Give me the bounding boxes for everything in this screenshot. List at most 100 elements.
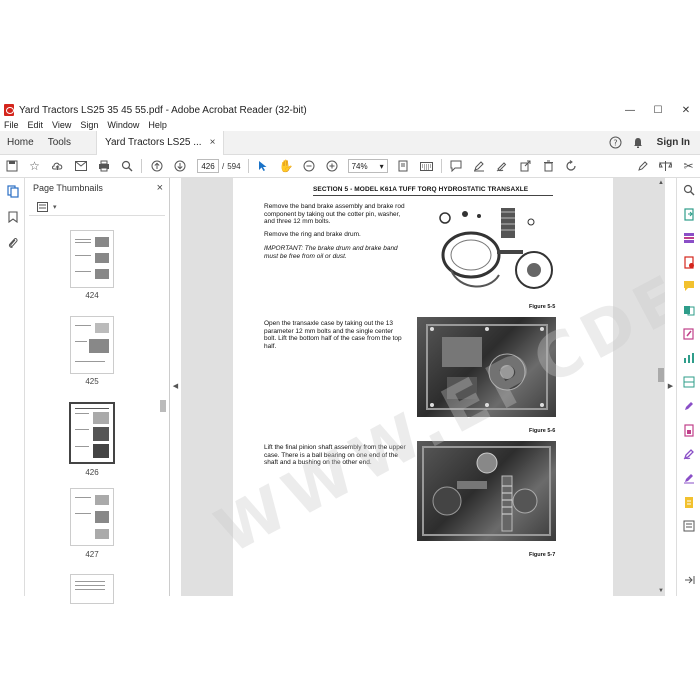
next-page-icon[interactable] xyxy=(168,155,191,178)
figure-5-5-image xyxy=(419,200,559,300)
document-scrollbar[interactable]: ▲ ▼ xyxy=(657,178,665,596)
cloud-upload-icon[interactable] xyxy=(46,155,69,178)
bookmarks-icon[interactable] xyxy=(0,204,25,230)
thumbnail-page-number: 425 xyxy=(85,377,99,386)
share-link-icon[interactable] xyxy=(514,155,537,178)
notification-bell-icon[interactable] xyxy=(627,132,649,154)
current-page-input[interactable]: 426 xyxy=(197,159,219,173)
combine-files-icon[interactable] xyxy=(677,298,700,322)
tab-document[interactable]: Yard Tractors LS25 ... × xyxy=(96,130,225,155)
send-signature-icon[interactable] xyxy=(677,442,700,466)
comment-tool-icon[interactable] xyxy=(677,274,700,298)
scissors-icon[interactable]: ✂ xyxy=(677,155,700,178)
thumbnail-text-line xyxy=(75,585,105,586)
edit-pdf-pen-icon[interactable] xyxy=(631,155,654,178)
tab-tools[interactable]: Tools xyxy=(41,131,78,155)
section-heading: SECTION 5 - MODEL K61A TUFF TORQ HYDROST… xyxy=(313,186,529,193)
close-panel-icon[interactable]: × xyxy=(157,182,163,194)
thumbnail-text-line xyxy=(75,513,91,514)
print-icon[interactable] xyxy=(92,155,115,178)
thumbnails-scrollbar[interactable] xyxy=(159,218,167,596)
zoom-level-select[interactable]: 74% ▾ xyxy=(347,159,388,173)
menu-view[interactable]: View xyxy=(52,120,71,130)
scan-ocr-icon[interactable] xyxy=(677,370,700,394)
menu-file[interactable]: File xyxy=(4,120,19,130)
svg-text:?: ? xyxy=(614,139,618,148)
document-viewport[interactable]: SECTION 5 - MODEL K61A TUFF TORQ HYDROST… xyxy=(181,178,665,596)
thumbnail-text-line xyxy=(75,325,91,326)
scroll-up-icon[interactable]: ▲ xyxy=(657,180,665,186)
zoom-in-icon[interactable] xyxy=(321,155,344,178)
menu-sign[interactable]: Sign xyxy=(80,120,98,130)
previous-page-icon[interactable] xyxy=(145,155,168,178)
instruction-paragraph: Remove the ring and brake drum. xyxy=(264,231,361,238)
expand-tools-pane-icon[interactable] xyxy=(677,568,700,592)
protect-icon[interactable] xyxy=(677,418,700,442)
edit-pdf-icon[interactable] xyxy=(677,322,700,346)
draw-signature-icon[interactable] xyxy=(491,155,514,178)
thumbnail-text-line xyxy=(75,446,89,447)
sign-in-button[interactable]: Sign In xyxy=(649,137,700,148)
keyboard-icon[interactable] xyxy=(415,155,438,178)
scroll-down-icon[interactable]: ▼ xyxy=(657,588,665,594)
menu-help[interactable]: Help xyxy=(148,120,167,130)
collapse-left-panel-icon[interactable]: ◀ xyxy=(172,376,179,396)
thumbnail-page-427[interactable] xyxy=(70,488,114,546)
main-toolbar: ☆ 426 / 594 ✋ 74% ▾ ✂ xyxy=(0,155,700,178)
save-icon[interactable] xyxy=(0,155,23,178)
thumbnail-options-menu[interactable]: ▾ xyxy=(29,198,165,216)
collapse-right-panel-icon[interactable]: ▶ xyxy=(667,376,674,396)
thumbnail-image xyxy=(89,339,109,353)
figure-caption: Figure 5-5 xyxy=(529,304,556,310)
select-cursor-icon[interactable] xyxy=(252,155,275,178)
hand-tool-icon[interactable]: ✋ xyxy=(275,155,298,178)
email-icon[interactable] xyxy=(69,155,92,178)
close-window-button[interactable]: ✕ xyxy=(672,102,700,118)
minimize-button[interactable]: — xyxy=(616,102,644,118)
find-zoom-icon[interactable] xyxy=(115,155,138,178)
export-pdf-icon[interactable] xyxy=(677,202,700,226)
document-scroll-thumb[interactable] xyxy=(658,368,664,382)
scale-icon[interactable] xyxy=(654,155,677,178)
thumbnail-image xyxy=(95,323,109,333)
thumbnail-image xyxy=(93,444,109,458)
rotate-icon[interactable] xyxy=(560,155,583,178)
fit-page-icon[interactable] xyxy=(392,155,415,178)
organize-pages-icon[interactable] xyxy=(677,226,700,250)
help-icon[interactable]: ? xyxy=(605,132,627,154)
menu-edit[interactable]: Edit xyxy=(28,120,44,130)
zoom-out-icon[interactable] xyxy=(298,155,321,178)
tab-close-icon[interactable]: × xyxy=(210,137,216,148)
thumbnail-text-line xyxy=(75,429,89,430)
delete-trash-icon[interactable] xyxy=(537,155,560,178)
toolbar-separator xyxy=(247,159,249,173)
chart-tool-icon[interactable] xyxy=(677,346,700,370)
maximize-button[interactable]: ☐ xyxy=(644,102,672,118)
more-tools-icon[interactable] xyxy=(677,514,700,538)
search-tool-icon[interactable] xyxy=(677,178,700,202)
thumbnail-page-425[interactable] xyxy=(70,316,114,374)
fill-sign-icon[interactable] xyxy=(677,394,700,418)
thumbnail-text-line xyxy=(75,413,89,414)
thumbnails-scroll-thumb[interactable] xyxy=(160,400,166,412)
thumbnail-page-partial[interactable] xyxy=(70,574,114,604)
instruction-paragraph: Open the transaxle case by taking out th… xyxy=(264,320,402,350)
prepare-form-icon[interactable] xyxy=(677,490,700,514)
important-note: IMPORTANT: The brake drum and brake band… xyxy=(264,245,398,260)
highlight-pen-icon[interactable] xyxy=(468,155,491,178)
window-title: Yard Tractors LS25 35 45 55.pdf - Adobe … xyxy=(19,104,307,116)
tab-home[interactable]: Home xyxy=(0,131,41,155)
thumbnail-page-426[interactable] xyxy=(69,402,115,464)
menu-window[interactable]: Window xyxy=(107,120,139,130)
create-pdf-icon[interactable] xyxy=(677,250,700,274)
chevron-down-icon: ▾ xyxy=(379,161,384,171)
stamp-tool-icon[interactable] xyxy=(677,466,700,490)
total-pages: 594 xyxy=(227,161,241,171)
thumbnail-image xyxy=(95,269,109,279)
comment-icon[interactable] xyxy=(445,155,468,178)
thumbnail-text-line xyxy=(75,497,91,498)
page-thumbnails-icon[interactable] xyxy=(0,178,25,204)
bookmark-star-icon[interactable]: ☆ xyxy=(23,155,46,178)
thumbnail-page-424[interactable] xyxy=(70,230,114,288)
attachments-paperclip-icon[interactable] xyxy=(0,230,25,256)
